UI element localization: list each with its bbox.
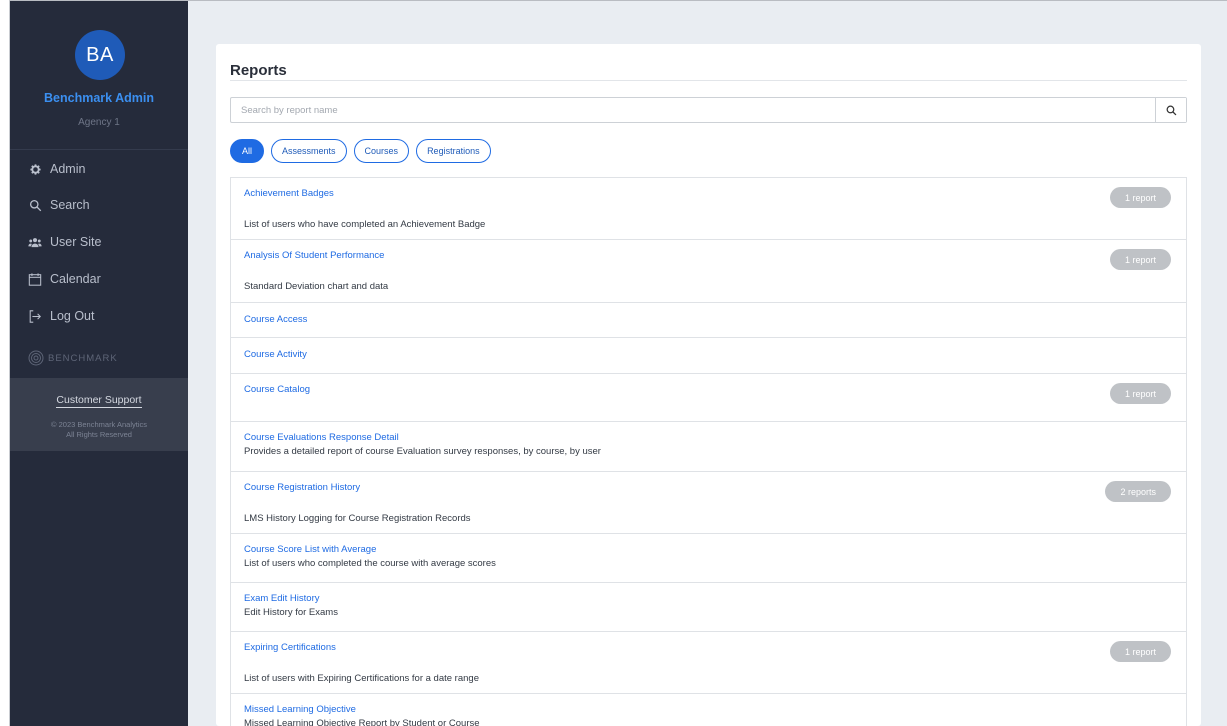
window-left-edge	[0, 0, 10, 726]
report-row[interactable]: Course Activity	[231, 338, 1186, 374]
calendar-icon	[28, 272, 42, 286]
report-row[interactable]: Course Evaluations Response Detail Provi…	[231, 422, 1186, 472]
page-title: Reports	[230, 62, 287, 79]
customer-support-link[interactable]: Customer Support	[10, 394, 188, 408]
search-icon	[1166, 105, 1176, 115]
report-row[interactable]: Course Registration History LMS History …	[231, 472, 1186, 534]
report-title-link[interactable]: Expiring Certifications	[244, 642, 336, 653]
support-section: Customer Support © 2023 Benchmark Analyt…	[10, 378, 188, 451]
report-count-badge[interactable]: 1 report	[1109, 641, 1171, 662]
report-title-link[interactable]: Analysis Of Student Performance	[244, 250, 384, 261]
report-count-badge[interactable]: 1 report	[1109, 383, 1171, 404]
report-description: Missed Learning Objective Report by Stud…	[244, 718, 480, 726]
sidebar-item-user-site[interactable]: User Site	[28, 232, 101, 252]
report-title-link[interactable]: Missed Learning Objective	[244, 704, 356, 715]
report-row[interactable]: Course Access	[231, 303, 1186, 338]
brand-name: BENCHMARK	[48, 352, 118, 364]
sidebar-item-label: Calendar	[50, 272, 101, 286]
copyright-line: © 2023 Benchmark Analytics	[51, 420, 147, 429]
sidebar-item-calendar[interactable]: Calendar	[28, 269, 101, 289]
report-count-badge[interactable]: 2 reports	[1105, 481, 1171, 502]
search-input[interactable]	[231, 98, 1155, 122]
report-row[interactable]: Achievement Badges List of users who hav…	[231, 178, 1186, 240]
report-description: List of users with Expiring Certificatio…	[244, 673, 479, 684]
report-title-link[interactable]: Course Activity	[244, 349, 307, 360]
report-description: Provides a detailed report of course Eva…	[244, 446, 601, 457]
title-divider	[230, 80, 1187, 81]
avatar[interactable]: BA	[75, 30, 125, 80]
search-button[interactable]	[1155, 98, 1186, 122]
filter-courses[interactable]: Courses	[353, 139, 410, 163]
search-bar	[230, 97, 1187, 123]
copyright-line: All Rights Reserved	[66, 430, 132, 439]
filter-pills: All Assessments Courses Registrations	[230, 139, 491, 163]
sidebar-item-label: Admin	[50, 162, 86, 176]
user-name[interactable]: Benchmark Admin	[10, 91, 188, 105]
report-description: Edit History for Exams	[244, 607, 338, 618]
report-count-badge[interactable]: 1 report	[1109, 187, 1171, 208]
report-description: List of users who completed the course w…	[244, 558, 496, 569]
report-title-link[interactable]: Course Catalog	[244, 384, 310, 395]
sidebar-item-admin[interactable]: Admin	[28, 159, 85, 179]
report-title-link[interactable]: Course Evaluations Response Detail	[244, 432, 399, 443]
report-row[interactable]: Course Score List with Average List of u…	[231, 534, 1186, 583]
benchmark-logo: BENCHMARK	[28, 345, 118, 371]
report-row[interactable]: Expiring Certifications List of users wi…	[231, 632, 1186, 694]
users-icon	[28, 235, 42, 249]
sidebar-item-search[interactable]: Search	[28, 195, 90, 215]
filter-assessments[interactable]: Assessments	[271, 139, 347, 163]
report-list: Achievement Badges List of users who hav…	[230, 177, 1187, 726]
report-description: List of users who have completed an Achi…	[244, 219, 486, 230]
sidebar-item-logout[interactable]: Log Out	[28, 306, 94, 326]
benchmark-logo-icon	[28, 350, 44, 366]
filter-registrations[interactable]: Registrations	[416, 139, 491, 163]
report-title-link[interactable]: Course Access	[244, 314, 307, 325]
report-row[interactable]: Analysis Of Student Performance Standard…	[231, 240, 1186, 303]
sidebar-divider	[10, 149, 188, 150]
report-row[interactable]: Exam Edit History Edit History for Exams	[231, 583, 1186, 632]
report-title-link[interactable]: Course Registration History	[244, 482, 360, 493]
gear-icon	[28, 162, 42, 176]
report-description: LMS History Logging for Course Registrat…	[244, 513, 471, 524]
report-row[interactable]: Course Catalog 1 report	[231, 374, 1186, 422]
report-description: Standard Deviation chart and data	[244, 281, 389, 292]
report-title-link[interactable]: Achievement Badges	[244, 188, 334, 199]
filter-all[interactable]: All	[230, 139, 265, 163]
report-count-badge[interactable]: 1 report	[1109, 249, 1171, 270]
reports-card: Reports All Assessments Courses Registra…	[216, 44, 1201, 726]
sidebar-item-label: Log Out	[50, 309, 95, 323]
search-icon	[28, 198, 42, 212]
report-title-link[interactable]: Course Score List with Average	[244, 544, 376, 555]
logout-icon	[28, 309, 42, 323]
sidebar-item-label: User Site	[50, 235, 102, 249]
report-title-link[interactable]: Exam Edit History	[244, 593, 320, 604]
sidebar-item-label: Search	[50, 198, 90, 212]
sidebar: BA Benchmark Admin Agency 1 Admin Search…	[10, 1, 188, 726]
user-agency: Agency 1	[78, 117, 120, 128]
report-row[interactable]: Missed Learning Objective Missed Learnin…	[231, 694, 1186, 726]
copyright: © 2023 Benchmark Analytics All Rights Re…	[10, 420, 188, 440]
